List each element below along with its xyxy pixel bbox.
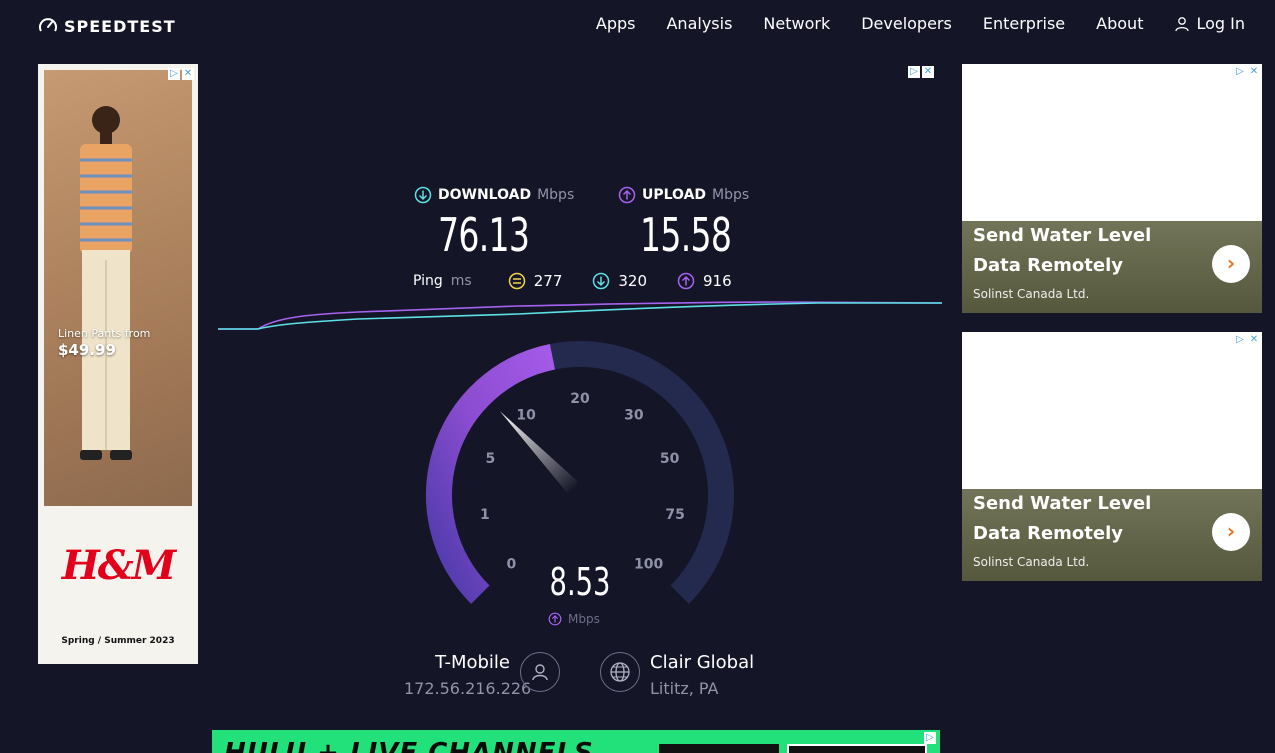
ad-title: Send Water Level Data Remotely — [973, 225, 1152, 276]
server-location: Lititz, PA — [650, 679, 719, 698]
upload-label: UPLOAD — [642, 187, 707, 203]
right-ad-2[interactable]: ▷ ✕ Send Water Level Data Remotely Solins… — [962, 332, 1262, 581]
ad-choices-center[interactable]: ▷ ✕ — [908, 66, 934, 78]
ad-info-icon[interactable]: ▷ — [1234, 66, 1246, 78]
nav-apps[interactable]: Apps — [596, 14, 636, 33]
ping-download: 320 — [592, 272, 647, 290]
ad-choices[interactable]: ▷ ✕ — [1234, 66, 1260, 78]
provider-user-icon[interactable] — [520, 652, 560, 692]
upload-unit: Mbps — [712, 187, 750, 203]
chevron-right-icon[interactable]: › — [1212, 245, 1250, 283]
ad-cta-button[interactable] — [659, 744, 779, 753]
upload-history-line — [218, 301, 943, 330]
ad-close-icon[interactable]: ✕ — [182, 68, 194, 80]
gauge-needle — [499, 411, 581, 495]
nav-developers[interactable]: Developers — [861, 14, 952, 33]
login-link[interactable]: Log In — [1174, 14, 1245, 33]
ping-up-value: 916 — [703, 272, 732, 290]
ad-title: Send Water Level Data Remotely — [973, 493, 1152, 544]
current-speed-unit: Mbps — [548, 612, 600, 626]
ping-label: Ping — [413, 273, 443, 289]
upload-arrow-icon — [618, 186, 636, 204]
download-ping-icon — [593, 272, 610, 290]
provider-name: T-Mobile — [435, 652, 510, 673]
server-info: Clair Global Lititz, PA — [650, 652, 754, 698]
nav-enterprise[interactable]: Enterprise — [983, 14, 1065, 33]
login-label: Log In — [1196, 14, 1245, 33]
ping-upload: 916 — [677, 272, 732, 290]
ad-choices[interactable]: ▷ — [924, 732, 936, 744]
upload-arrow-icon — [548, 612, 562, 626]
ad-info-icon[interactable]: ▷ — [924, 732, 936, 744]
promo-line: Linen Pants from — [58, 327, 151, 340]
speedtest-logo[interactable]: SPEEDTEST — [38, 16, 176, 36]
ad-advertiser: Solinst Canada Ltd. — [973, 287, 1090, 301]
ad-season-text: Spring / Summer 2023 — [61, 636, 175, 646]
ad-cta-button-2[interactable] — [787, 744, 927, 753]
gauge-tick-0: 0 — [507, 557, 517, 573]
provider-info: T-Mobile 172.56.216.226 — [404, 652, 532, 698]
ad-info-icon[interactable]: ▷ — [908, 66, 920, 78]
upload-result: UPLOAD Mbps 15.58 — [618, 186, 767, 262]
download-value: 76.13 — [438, 208, 530, 262]
gauge-tick-100: 100 — [634, 557, 663, 573]
gauge-tick-1: 1 — [480, 507, 490, 523]
ad-close-icon[interactable]: ✕ — [1248, 334, 1260, 346]
download-arrow-icon — [414, 186, 432, 204]
download-history-line — [218, 302, 942, 330]
download-result: DOWNLOAD Mbps 76.13 — [414, 186, 574, 262]
ad-choices[interactable]: ▷ ✕ — [1234, 334, 1260, 346]
ad-photo: Linen Pants from $49.99 — [44, 70, 192, 506]
ad-choices[interactable]: ▷ ✕ — [168, 68, 194, 80]
gauge-tick-50: 50 — [660, 451, 680, 467]
provider-ip: 172.56.216.226 — [404, 679, 532, 698]
gauge-tick-20: 20 — [570, 391, 590, 407]
hm-logo: H&M — [61, 542, 176, 589]
current-speed-value: 8.53 — [549, 560, 611, 604]
gauge-unit-label: Mbps — [568, 612, 600, 626]
ad-close-icon[interactable]: ✕ — [1248, 66, 1260, 78]
brand-name: SPEEDTEST — [64, 16, 176, 36]
ad-band: Send Water Level Data Remotely Solinst C… — [962, 221, 1262, 313]
gauge-fill — [426, 343, 556, 604]
model-figure-image — [80, 106, 132, 460]
promo-price: $49.99 — [58, 341, 116, 359]
gauge-tick-30: 30 — [624, 407, 644, 423]
chevron-right-icon[interactable]: › — [1212, 513, 1250, 551]
ping-unit: ms — [450, 273, 472, 289]
ad-band: Send Water Level Data Remotely Solinst C… — [962, 489, 1262, 581]
bottom-banner-ad[interactable]: HULU + LIVE CHANNELS ▷ — [212, 730, 940, 753]
site-header: SPEEDTEST Apps Analysis Network Develope… — [0, 0, 1275, 52]
user-icon — [1175, 16, 1190, 31]
main-nav: Apps Analysis Network Developers Enterpr… — [565, 14, 1245, 33]
ad-info-icon[interactable]: ▷ — [168, 68, 180, 80]
gauge-logo-icon — [39, 18, 57, 32]
upload-value: 15.58 — [640, 208, 732, 262]
left-banner-ad[interactable]: Linen Pants from $49.99 ▷ ✕ H&M Spring / … — [38, 64, 198, 664]
ad-close-icon[interactable]: ✕ — [922, 66, 934, 78]
ad-advertiser: Solinst Canada Ltd. — [973, 555, 1090, 569]
idle-ping-icon — [508, 272, 525, 290]
gauge-tick-75: 75 — [665, 507, 684, 523]
server-name[interactable]: Clair Global — [650, 652, 754, 673]
nav-about[interactable]: About — [1096, 14, 1143, 33]
gauge-tick-5: 5 — [486, 451, 496, 467]
ping-idle: 277 — [508, 272, 563, 290]
ping-idle-value: 277 — [533, 272, 563, 290]
server-globe-icon[interactable] — [600, 652, 640, 692]
ad-promo-text: Linen Pants from $49.99 — [58, 326, 150, 358]
ad-info-icon[interactable]: ▷ — [1234, 334, 1246, 346]
right-ad-1[interactable]: ▷ ✕ Send Water Level Data Remotely Solins… — [962, 64, 1262, 313]
ping-down-value: 320 — [618, 272, 648, 290]
nav-network[interactable]: Network — [763, 14, 830, 33]
ad-bottom-text: HULU + LIVE CHANNELS — [224, 738, 594, 753]
ping-row: Ping ms 277 320 916 — [413, 272, 762, 290]
gauge-tick-10: 10 — [516, 407, 536, 423]
upload-ping-icon — [677, 272, 695, 290]
download-unit: Mbps — [537, 187, 575, 203]
nav-analysis[interactable]: Analysis — [666, 14, 732, 33]
download-label: DOWNLOAD — [438, 187, 532, 203]
gauge: 0 1 5 10 20 30 50 75 100 — [426, 341, 734, 604]
